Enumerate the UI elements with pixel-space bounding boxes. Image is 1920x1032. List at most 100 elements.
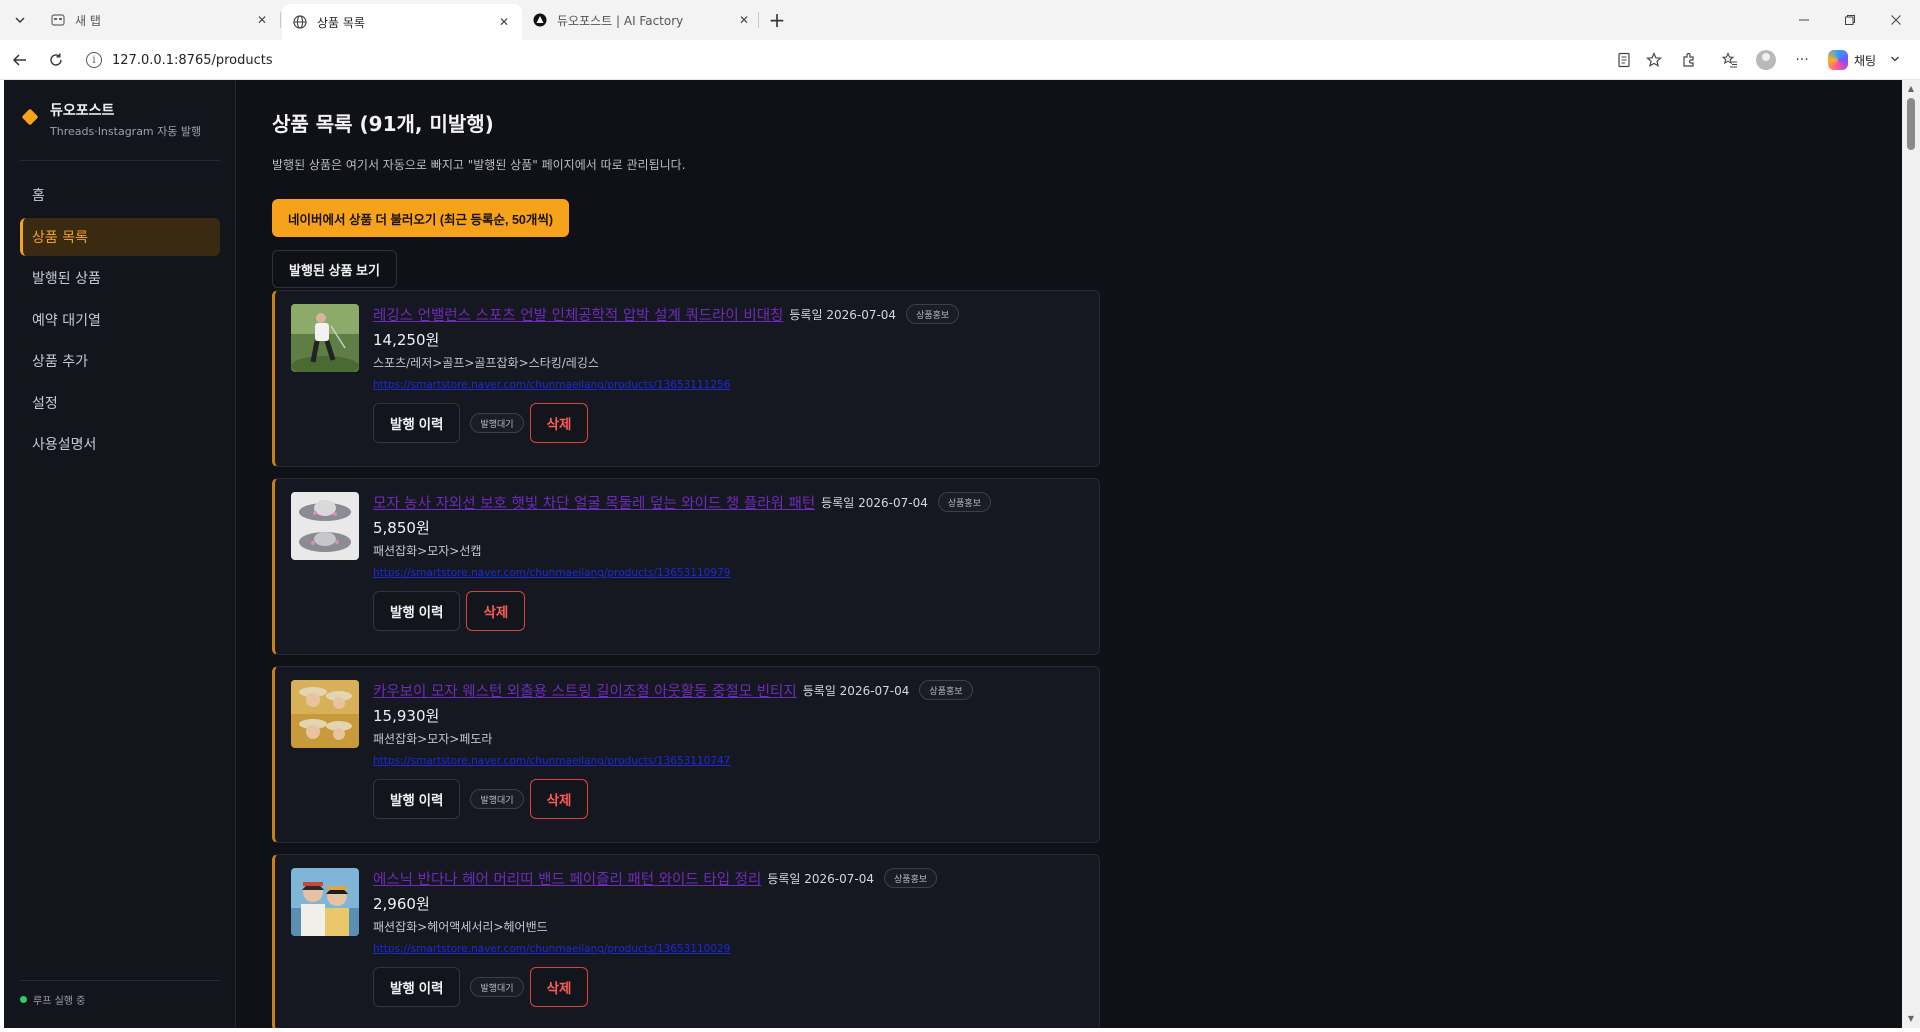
favorite-star-icon[interactable] <box>1642 49 1666 71</box>
brand-logo-icon <box>21 108 39 126</box>
extensions-icon[interactable] <box>1677 49 1701 71</box>
tab-new-tab[interactable]: 새 탭 ✕ <box>40 4 280 36</box>
product-url-link[interactable]: https://smartstore.naver.com/chunmaeilan… <box>373 943 1083 957</box>
chat-label: 채팅 <box>1854 53 1877 68</box>
product-url-link[interactable]: https://smartstore.naver.com/chunmaeilan… <box>373 755 1083 769</box>
publish-history-button[interactable]: 발행 이력 <box>373 967 461 1007</box>
product-info: 모자 농사 자외선 보호 햇빛 차단 얼굴 목둘레 덮는 와이드 챙 플라워 패… <box>373 492 1083 631</box>
product-card: 에스닉 반다나 헤어 머리띠 밴드 페이즐리 패턴 와이드 타입 정리 등록일 … <box>272 854 1100 1028</box>
avatar <box>1756 50 1776 70</box>
divider <box>20 980 220 981</box>
product-thumbnail[interactable] <box>291 304 359 372</box>
registered-date: 등록일 2026-07-04 <box>802 683 910 698</box>
publish-history-button[interactable]: 발행 이력 <box>373 591 461 631</box>
minimize-icon[interactable] <box>1784 6 1824 34</box>
product-title-row: 카우보이 모자 웨스턴 외출용 스트링 길이조절 아웃활동 중절모 빈티지 등록… <box>373 680 1083 700</box>
chevron-down-icon[interactable] <box>1890 54 1900 67</box>
delete-button[interactable]: 삭제 <box>529 779 589 819</box>
sidebar-item-published[interactable]: 발행된 상품 <box>20 259 220 297</box>
product-card: 레깅스 언밸런스 스포츠 언발 인체공학적 압박 설계 쿼드라이 비대칭 등록일… <box>272 290 1100 467</box>
product-title-row: 레깅스 언밸런스 스포츠 언발 인체공학적 압박 설계 쿼드라이 비대칭 등록일… <box>373 304 1083 324</box>
tab-close-icon[interactable]: ✕ <box>496 14 512 30</box>
site-info-icon[interactable]: i <box>86 52 102 68</box>
favorites-list-icon[interactable] <box>1718 49 1742 71</box>
page-viewport: 듀오포스트 Threads·Instagram 자동 발행 홈 상품 목록 발행… <box>4 80 1902 1028</box>
page-scrollbar[interactable]: ▲ ▼ <box>1902 80 1920 1028</box>
delete-button[interactable]: 삭제 <box>529 403 589 443</box>
publish-history-button[interactable]: 발행 이력 <box>373 403 461 443</box>
tab-close-icon[interactable]: ✕ <box>254 12 270 28</box>
browser-address-bar: i 127.0.0.1:8765/products ··· 채팅 <box>0 40 1920 80</box>
status-badge: 발행대기 <box>470 413 524 433</box>
new-tab-icon <box>50 12 66 28</box>
sidebar-item-queue[interactable]: 예약 대기열 <box>20 301 220 339</box>
product-actions: 발행 이력 발행대기 삭제 <box>373 403 1083 443</box>
product-thumbnail[interactable] <box>291 492 359 560</box>
product-url-link[interactable]: https://smartstore.naver.com/chunmaeilan… <box>373 379 1083 393</box>
product-name-link[interactable]: 레깅스 언밸런스 스포츠 언발 인체공학적 압박 설계 쿼드라이 비대칭 <box>373 304 783 325</box>
sidebar-item-home[interactable]: 홈 <box>20 176 220 214</box>
sidebar-item-manual[interactable]: 사용설명서 <box>20 425 220 463</box>
product-name-link[interactable]: 에스닉 반다나 헤어 머리띠 밴드 페이즐리 패턴 와이드 타입 정리 <box>373 868 761 889</box>
product-actions: 발행 이력 삭제 <box>373 591 1083 631</box>
tab-ai-factory[interactable]: 듀오포스트 | AI Factory ✕ <box>522 4 762 36</box>
tag-badge: 상품홍보 <box>906 304 960 324</box>
url-field[interactable]: i 127.0.0.1:8765/products <box>78 45 1678 75</box>
sidebar: 듀오포스트 Threads·Instagram 자동 발행 홈 상품 목록 발행… <box>4 80 236 1028</box>
product-price: 15,930원 <box>373 707 440 725</box>
restore-icon[interactable] <box>1830 6 1870 34</box>
product-name-link[interactable]: 카우보이 모자 웨스턴 외출용 스트링 길이조절 아웃활동 중절모 빈티지 <box>373 680 797 701</box>
delete-button[interactable]: 삭제 <box>466 591 526 631</box>
product-category: 패션잡화>모자>페도라 <box>373 732 493 746</box>
product-title-row: 모자 농사 자외선 보호 햇빛 차단 얼굴 목둘레 덮는 와이드 챙 플라워 패… <box>373 492 1083 512</box>
ai-factory-icon <box>532 12 548 28</box>
tab-separator <box>280 12 281 28</box>
tab-separator <box>758 12 759 28</box>
new-tab-plus-icon[interactable]: + <box>765 8 789 32</box>
sidebar-item-settings[interactable]: 설정 <box>20 384 220 422</box>
page-description: 발행된 상품은 여기서 자동으로 빠지고 "발행된 상품" 페이지에서 따로 관… <box>272 158 686 172</box>
tag-badge: 상품홍보 <box>919 680 973 700</box>
url-text: 127.0.0.1:8765/products <box>112 52 273 68</box>
scroll-up-arrow-icon[interactable]: ▲ <box>1906 84 1916 94</box>
globe-icon <box>292 14 308 30</box>
product-list: 레깅스 언밸런스 스포츠 언발 인체공학적 압박 설계 쿼드라이 비대칭 등록일… <box>272 290 1100 1028</box>
sidebar-item-add-product[interactable]: 상품 추가 <box>20 342 220 380</box>
tag-badge: 상품홍보 <box>937 492 991 512</box>
scrollbar-thumb[interactable] <box>1907 98 1915 150</box>
product-category: 패션잡화>헤어액세서리>헤어밴드 <box>373 920 548 934</box>
brand[interactable]: 듀오포스트 Threads·Instagram 자동 발행 <box>21 102 202 139</box>
delete-button[interactable]: 삭제 <box>529 967 589 1007</box>
registered-date: 등록일 2026-07-04 <box>767 871 875 886</box>
status-dot-icon <box>20 996 27 1003</box>
scroll-down-arrow-icon[interactable]: ▼ <box>1906 1014 1916 1024</box>
sidebar-nav: 홈 상품 목록 발행된 상품 예약 대기열 상품 추가 설정 사용설명서 <box>20 176 220 467</box>
product-name-link[interactable]: 모자 농사 자외선 보호 햇빛 차단 얼굴 목둘레 덮는 와이드 챙 플라워 패… <box>373 492 815 513</box>
registered-date: 등록일 2026-07-04 <box>821 495 928 510</box>
reload-icon[interactable] <box>44 49 68 71</box>
product-thumbnail[interactable] <box>291 680 359 748</box>
close-window-icon[interactable] <box>1876 6 1916 34</box>
publish-history-button[interactable]: 발행 이력 <box>373 779 461 819</box>
product-card: 모자 농사 자외선 보호 햇빛 차단 얼굴 목둘레 덮는 와이드 챙 플라워 패… <box>272 478 1100 655</box>
product-category: 패션잡화>모자>선캡 <box>373 544 482 558</box>
product-price: 14,250원 <box>373 331 440 349</box>
more-menu-icon[interactable]: ··· <box>1790 49 1814 71</box>
sidebar-item-product-list[interactable]: 상품 목록 <box>20 217 220 256</box>
back-arrow-icon[interactable] <box>8 49 32 71</box>
tab-actions-chevron-icon[interactable] <box>8 9 32 31</box>
product-thumbnail[interactable] <box>291 868 359 936</box>
product-actions: 발행 이력 발행대기 삭제 <box>373 967 1083 1007</box>
chat-button[interactable]: 채팅 <box>1828 48 1900 72</box>
tab-close-icon[interactable]: ✕ <box>736 12 752 28</box>
brand-subtitle: Threads·Instagram 자동 발행 <box>50 125 202 138</box>
load-more-products-button[interactable]: 네이버에서 상품 더 불러오기 (최근 등록순, 50개씩) <box>272 199 570 237</box>
product-url-link[interactable]: https://smartstore.naver.com/chunmaeilan… <box>373 567 1083 581</box>
browser-tab-bar: 새 탭 ✕ 상품 목록 ✕ 듀오포스트 | AI Factory ✕ + <box>0 0 1920 40</box>
product-info: 카우보이 모자 웨스턴 외출용 스트링 길이조절 아웃활동 중절모 빈티지 등록… <box>373 680 1083 819</box>
product-actions: 발행 이력 발행대기 삭제 <box>373 779 1083 819</box>
profile-avatar-icon[interactable] <box>1754 49 1778 71</box>
reader-mode-icon[interactable] <box>1612 49 1636 71</box>
view-published-button[interactable]: 발행된 상품 보기 <box>272 250 397 288</box>
tab-products[interactable]: 상품 목록 ✕ <box>282 4 522 40</box>
